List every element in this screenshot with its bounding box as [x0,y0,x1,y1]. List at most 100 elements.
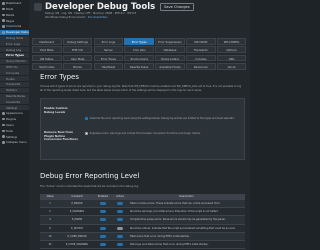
active-cell [112,216,128,223]
constant-cell: E_ERROR [71,202,83,205]
tab[interactable]: Server [93,46,124,53]
tab[interactable]: Database [155,46,185,53]
custom-levels-option[interactable]: Override the error reporting level using… [85,117,243,121]
tab[interactable]: Includes [186,54,216,62]
enabled-toggle[interactable] [100,226,106,230]
tab[interactable]: Options [216,46,247,53]
tab[interactable]: WP-CONFIG [216,38,247,45]
sidebar-item-label: Rewrite Rules [6,94,26,99]
custom-levels-checkbox[interactable] [85,117,89,121]
sidebar-item[interactable]: Settings [0,105,29,111]
debug-level-description: The "Active" column indicates the levels… [40,185,139,188]
sidebar-item-label: Transients [6,82,21,87]
sidebar-item[interactable]: Plugins [0,117,29,122]
tab[interactable]: Blocks [62,63,93,70]
error-types-panel: Enable Custom Debug Levels Override the … [40,98,245,160]
tab[interactable]: User Meta [62,54,93,62]
sidebar-item-label: Plugins [6,117,17,122]
status-line: Debug: ON · Log: ON · Display: OFF · Mem… [45,12,137,15]
enabled-toggle[interactable] [100,202,106,205]
bool-conversion-option[interactable]: Suppress errors, warnings and notices fr… [85,132,243,136]
bool-conversion-checkbox[interactable] [85,132,89,136]
page-title: Developer Debug Tools [45,2,156,12]
sidebar-item-label: Debug Log [6,47,22,52]
sidebar-item[interactable]: Users [0,123,29,128]
sidebar-item-label: Appearance [6,111,23,116]
sidebar-item[interactable]: Debug Log [0,47,29,53]
sidebar-item[interactable]: Collapse menu [0,140,29,145]
bool-conversion-label: Remove Bool from Plugin Notice Conversio… [44,130,78,142]
debug-level-heading: Debug Error Reporting Level [40,172,140,180]
description-cell: Warnings (non-fatal errors) that occur d… [130,242,209,246]
sidebar-item[interactable]: Query Monitor [0,58,29,64]
sidebar-item[interactable]: Media [0,12,29,17]
enabled-cell[interactable] [94,241,112,248]
sidebar-item[interactable]: Comments [0,24,29,29]
sidebar-item[interactable]: Error Logs [0,41,29,47]
tab[interactable]: Debug Settings [62,38,93,45]
sidebar-item-label: Constants [6,99,21,104]
tab[interactable]: Environment [124,54,154,62]
tab[interactable]: DB Tables [32,54,62,62]
sidebar-item[interactable]: Constants [0,99,29,105]
enabled-toggle[interactable] [100,234,106,238]
tab[interactable]: Error Types [124,38,154,45]
tab[interactable]: Cron Jobs [124,46,154,53]
enabled-cell[interactable] [94,208,112,215]
env-line: WordPress Debug Environment · Documentat… [45,16,108,19]
tab[interactable]: Hooks Listing [155,54,185,62]
tab[interactable]: Available Hooks [155,63,185,70]
enabled-cell[interactable] [94,200,112,207]
sidebar-item[interactable]: Settings [0,134,29,139]
tab[interactable]: Dashboard [32,38,62,45]
sidebar-item[interactable]: Options [0,87,29,93]
tab[interactable]: PHP Info [62,46,93,53]
sidebar-item[interactable]: Pages [0,18,29,23]
tab[interactable]: Shortcodes [32,63,62,70]
tab[interactable]: WP-CRON [186,38,216,45]
table-row: 4 E_PARSE Compile-time parse errors. Parse… [40,216,245,225]
enabled-cell[interactable] [94,233,112,240]
sidebar-item-label: Debug Tools [6,36,23,41]
sidebar-item[interactable]: Error Types [0,52,29,58]
sidebar-item[interactable]: PHP Info [0,64,29,70]
save-changes-button[interactable]: Save Changes [160,3,194,11]
enabled-toggle[interactable] [100,242,106,246]
tab[interactable]: Error Suppression [155,38,185,45]
error-types-heading: Error Types [40,73,80,81]
enabled-cell[interactable] [94,216,112,223]
sidebar-item-label: Media [6,12,15,17]
sidebar-item[interactable]: Hooks [0,76,29,82]
tab[interactable]: About [216,63,247,70]
sidebar-item[interactable]: Cron Jobs [0,70,29,76]
tab[interactable]: Transients [186,46,216,53]
tab[interactable]: APIs [216,54,247,62]
tab[interactable]: Heartbeat [93,63,124,70]
tab[interactable]: Post Meta [32,46,62,53]
sidebar-item[interactable]: Dashboard [0,1,29,6]
enabled-toggle[interactable] [100,210,106,214]
tab[interactable]: Error Logs [93,38,124,45]
table-row: 2 E_WARNING Run-time warnings (non-fatal e… [40,208,245,217]
page-header: Developer Debug Tools Save Changes Debug… [29,0,250,28]
tab[interactable]: Error Types [93,54,124,62]
sidebar-item-label: PHP Info [6,65,18,70]
admin-sidebar: Dashboard Posts Media Pages Comments Develope… [0,0,29,250]
tab[interactable]: Rewrite Rules [124,63,154,70]
sidebar-item[interactable]: Developer Debug [0,29,29,35]
active-indicator [117,202,123,205]
sidebar-item[interactable]: Debug Tools [0,35,29,41]
enabled-toggle[interactable] [100,218,106,222]
enabled-cell[interactable] [94,225,112,232]
sidebar-item[interactable]: Tools [0,128,29,133]
menu-icon [2,123,5,127]
tab[interactable]: Resources [186,63,216,70]
sidebar-item-label: Posts [6,7,14,12]
sidebar-item[interactable]: Rewrite Rules [0,93,29,99]
active-indicator [117,218,123,222]
sidebar-item[interactable]: Transients [0,81,29,87]
documentation-link[interactable]: Documentation [88,16,108,19]
sidebar-item[interactable]: Appearance [0,111,29,116]
sidebar-item[interactable]: Posts [0,7,29,12]
menu-icon [2,117,5,121]
